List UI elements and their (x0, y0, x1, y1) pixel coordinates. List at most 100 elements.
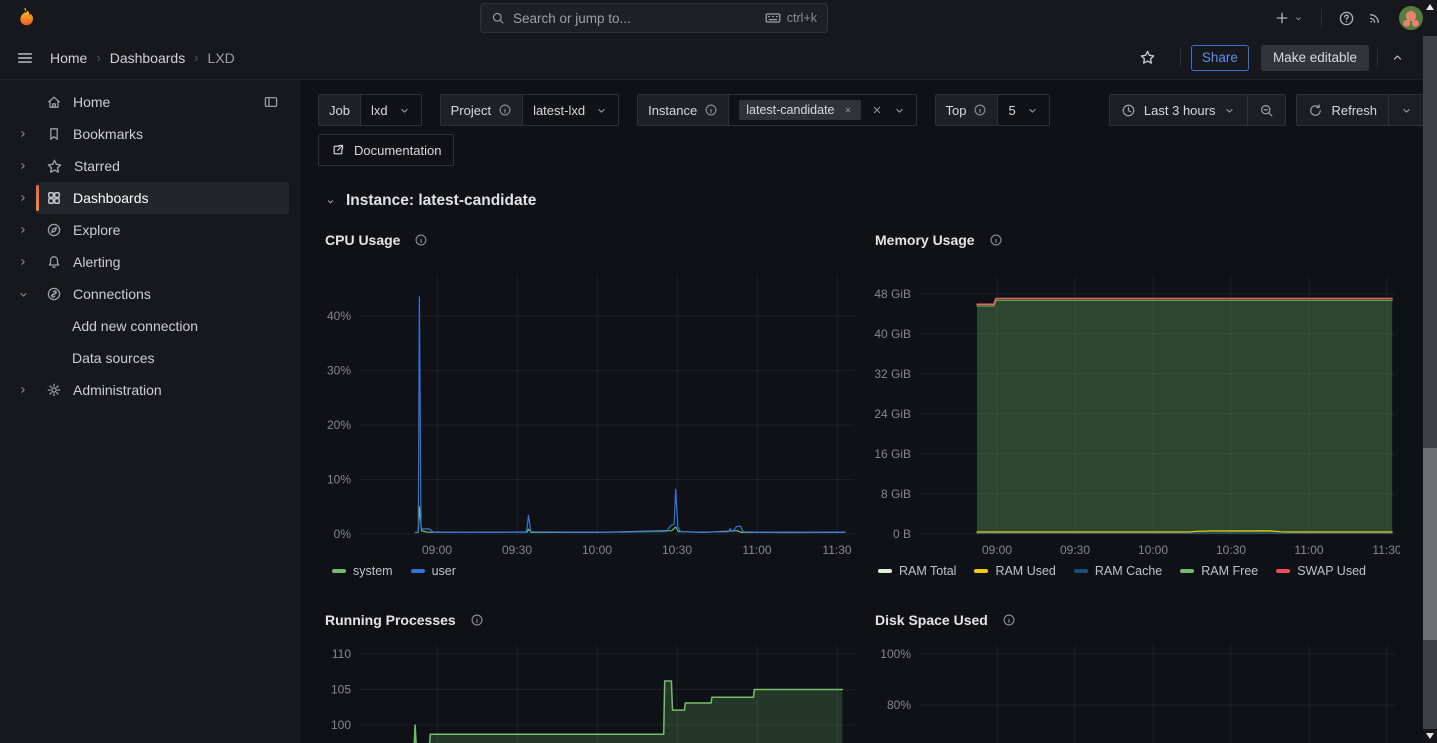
make-editable-button[interactable]: Make editable (1261, 45, 1369, 71)
sidebar-link[interactable]: Add new connection (36, 310, 289, 342)
disk-space-used-chart[interactable]: 100%80% (872, 645, 1400, 743)
dock-icon[interactable] (263, 94, 279, 110)
panel-title-disk-space-used[interactable]: Disk Space Used (875, 612, 1016, 628)
chevron-right-icon[interactable] (10, 256, 36, 268)
zoom-out-time-button[interactable] (1247, 95, 1285, 125)
chevron-right-icon[interactable] (10, 192, 36, 204)
chevron-down-icon (893, 104, 906, 117)
star-icon (46, 158, 63, 175)
svg-text:8 GiB: 8 GiB (881, 487, 911, 501)
filter-job-value[interactable]: lxd (361, 95, 421, 125)
sidebar-link[interactable]: Data sources (36, 342, 289, 374)
svg-text:10:00: 10:00 (582, 543, 612, 557)
sidebar: HomeBookmarksStarredDashboardsExploreAle… (0, 80, 300, 743)
info-icon[interactable] (1002, 613, 1016, 627)
scrollbar-thumb[interactable] (1423, 448, 1437, 640)
refresh-interval-button[interactable] (1388, 95, 1424, 125)
instance-chip[interactable]: latest-candidate (739, 100, 860, 120)
running-processes-chart[interactable]: 100105110 (318, 645, 858, 743)
grafana-flame-icon (15, 7, 37, 29)
chevron-down-icon[interactable] (10, 288, 36, 301)
help-button[interactable] (1334, 6, 1359, 31)
clear-all-icon[interactable] (871, 104, 883, 116)
news-button[interactable] (1363, 6, 1387, 30)
chevron-right-icon[interactable] (10, 128, 36, 140)
grafana-logo[interactable] (14, 6, 38, 30)
info-icon[interactable] (989, 233, 1003, 247)
sidebar-link[interactable]: Dashboards (36, 182, 289, 214)
sidebar-item-label: Data sources (72, 350, 154, 366)
shortcut-label: ctrl+k (787, 11, 817, 25)
breadcrumb-bar: Home›Dashboards›LXD Share Make editable (0, 36, 1437, 80)
breadcrumb-item: LXD (208, 50, 235, 66)
time-picker-group: Last 3 hours (1109, 94, 1287, 126)
search-input[interactable]: Search or jump to... ctrl+k (480, 3, 828, 33)
legend-item-swap-used[interactable]: SWAP Used (1276, 564, 1366, 578)
mega-menu-toggle[interactable] (12, 45, 38, 71)
scroll-up-arrow[interactable] (1426, 4, 1434, 10)
star-dashboard-button[interactable] (1135, 45, 1160, 70)
share-button[interactable]: Share (1191, 45, 1249, 71)
svg-text:11:30: 11:30 (1372, 543, 1400, 557)
scrollbar[interactable] (1423, 0, 1437, 743)
keyboard-icon (765, 10, 781, 26)
documentation-button[interactable]: Documentation (318, 134, 454, 166)
sidebar-item-administration: Administration (10, 374, 289, 406)
legend-item-ram-cache[interactable]: RAM Cache (1074, 564, 1162, 578)
sidebar-link[interactable]: Starred (36, 150, 289, 182)
breadcrumb-item[interactable]: Home (50, 50, 87, 66)
panel-title-memory-usage[interactable]: Memory Usage (875, 232, 1003, 248)
section-row-header[interactable]: Instance: latest-candidate (324, 192, 536, 210)
memory-usage-chart[interactable]: 0 B8 GiB16 GiB24 GiB32 GiB40 GiB48 GiB09… (872, 270, 1400, 560)
time-range-button[interactable]: Last 3 hours (1110, 95, 1248, 125)
sidebar-link[interactable]: Administration (36, 374, 289, 406)
cpu-usage-chart[interactable]: 0%10%20%30%40%09:0009:3010:0010:3011:001… (318, 270, 858, 560)
refresh-button[interactable]: Refresh (1297, 95, 1388, 125)
legend-item-ram-total[interactable]: RAM Total (878, 564, 956, 578)
svg-text:80%: 80% (887, 698, 911, 712)
legend-item-user[interactable]: user (411, 564, 456, 578)
info-icon[interactable] (414, 233, 428, 247)
legend-label: system (353, 564, 393, 578)
info-icon[interactable] (498, 103, 512, 117)
refresh-label: Refresh (1331, 103, 1377, 118)
chevron-right-icon[interactable] (10, 160, 36, 172)
doc-row: Documentation (318, 134, 454, 166)
chevron-down-icon (1294, 13, 1303, 22)
chevron-right-icon[interactable] (10, 384, 36, 396)
sidebar-link[interactable]: Bookmarks (36, 118, 289, 150)
avatar[interactable] (1399, 6, 1423, 30)
legend-swatch (1180, 569, 1194, 573)
chevron-right-icon[interactable] (10, 224, 36, 236)
search-placeholder: Search or jump to... (513, 11, 631, 26)
remove-chip-icon[interactable] (843, 106, 852, 115)
collapse-toolbar-button[interactable] (1386, 46, 1409, 69)
filter-project-label: Project (441, 95, 523, 125)
svg-text:11:00: 11:00 (1294, 543, 1323, 557)
filter-project-value[interactable]: latest-lxd (523, 95, 618, 125)
sidebar-link[interactable]: Home (36, 86, 289, 118)
chevron-down-icon (398, 104, 411, 117)
legend-label: RAM Used (995, 564, 1055, 578)
chevron-down-icon (1026, 104, 1039, 117)
legend-item-ram-free[interactable]: RAM Free (1180, 564, 1258, 578)
filter-instance-value[interactable]: latest-candidate (729, 95, 915, 125)
sidebar-link[interactable]: Connections (36, 278, 289, 310)
info-icon[interactable] (973, 103, 987, 117)
legend-item-ram-used[interactable]: RAM Used (974, 564, 1055, 578)
info-icon[interactable] (704, 103, 718, 117)
panel-title-cpu-usage[interactable]: CPU Usage (325, 232, 428, 248)
add-menu-button[interactable] (1270, 6, 1309, 30)
legend-label: user (432, 564, 456, 578)
panel-title-running-processes[interactable]: Running Processes (325, 612, 484, 628)
sidebar-link[interactable]: Alerting (36, 246, 289, 278)
scroll-down-arrow[interactable] (1426, 733, 1434, 739)
svg-text:09:00: 09:00 (982, 543, 1012, 557)
legend-item-system[interactable]: system (332, 564, 393, 578)
svg-text:0%: 0% (334, 527, 352, 541)
breadcrumb-item[interactable]: Dashboards (110, 50, 186, 66)
sidebar-link[interactable]: Explore (36, 214, 289, 246)
info-icon[interactable] (470, 613, 484, 627)
plus-icon (1274, 10, 1290, 26)
filter-top-value[interactable]: 5 (998, 95, 1048, 125)
